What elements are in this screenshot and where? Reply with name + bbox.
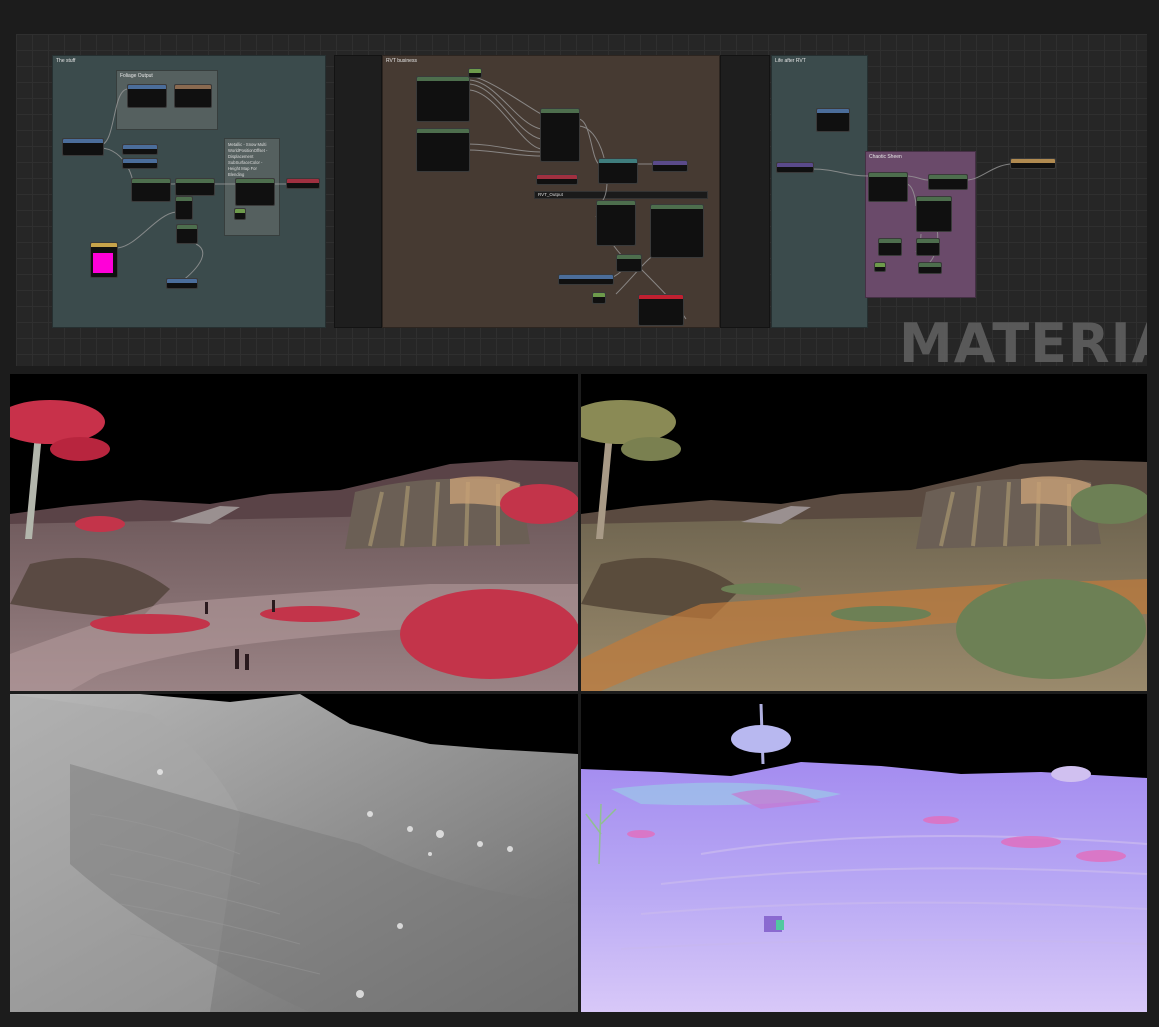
- material-node[interactable]: [650, 204, 704, 258]
- material-node[interactable]: [175, 178, 215, 196]
- material-output-node[interactable]: [1010, 158, 1056, 169]
- material-node[interactable]: [878, 238, 902, 256]
- color-constant-node[interactable]: [90, 242, 118, 278]
- viewport-base-color[interactable]: [10, 374, 578, 691]
- material-node[interactable]: [596, 200, 636, 246]
- material-node[interactable]: [916, 238, 940, 256]
- material-node[interactable]: [175, 196, 193, 220]
- viewport-albedo-render: [581, 374, 1147, 691]
- material-node[interactable]: [166, 278, 198, 289]
- material-node[interactable]: [234, 208, 246, 220]
- material-node[interactable]: [592, 292, 606, 304]
- viewport-normal-render: [581, 694, 1147, 1012]
- magenta-swatch: [93, 253, 113, 273]
- material-node[interactable]: [131, 178, 171, 202]
- material-node[interactable]: [816, 108, 850, 132]
- material-node[interactable]: [286, 178, 320, 189]
- material-graph-editor[interactable]: The stuff Foliage Output Metallic - Snow…: [16, 34, 1147, 366]
- viewport-height[interactable]: [10, 694, 578, 1012]
- material-node[interactable]: [868, 172, 908, 202]
- material-node[interactable]: [127, 84, 167, 108]
- material-node[interactable]: [416, 128, 470, 172]
- material-node[interactable]: [638, 294, 684, 326]
- material-node[interactable]: [468, 68, 482, 78]
- material-node[interactable]: [174, 84, 212, 108]
- material-node[interactable]: [416, 76, 470, 122]
- material-node[interactable]: [776, 162, 814, 173]
- material-node[interactable]: [652, 160, 688, 172]
- material-watermark: MATERIAL: [899, 312, 1147, 366]
- viewport-base-color-render: [10, 374, 578, 691]
- material-node[interactable]: [918, 262, 942, 274]
- material-node[interactable]: [235, 178, 275, 206]
- material-node[interactable]: [874, 262, 886, 272]
- viewport-height-render: [10, 694, 578, 1012]
- material-node[interactable]: [598, 158, 638, 184]
- material-node[interactable]: [122, 144, 158, 155]
- material-node[interactable]: [536, 174, 578, 185]
- material-node[interactable]: [928, 174, 968, 190]
- material-node[interactable]: [916, 196, 952, 232]
- viewport-albedo[interactable]: [581, 374, 1147, 691]
- material-node[interactable]: [122, 158, 158, 169]
- material-node[interactable]: [176, 224, 198, 244]
- material-node[interactable]: [558, 274, 614, 285]
- viewport-normal[interactable]: [581, 694, 1147, 1012]
- material-node[interactable]: [62, 138, 104, 156]
- material-node[interactable]: [616, 254, 642, 272]
- material-node[interactable]: [540, 108, 580, 162]
